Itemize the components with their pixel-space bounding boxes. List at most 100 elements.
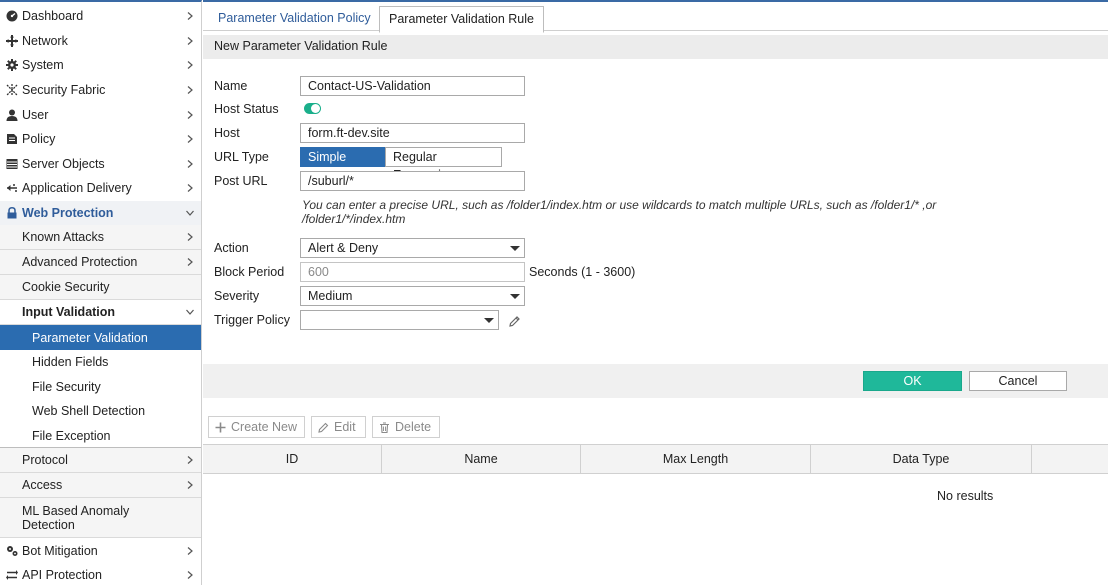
severity-label: Severity <box>214 289 260 303</box>
sidebar-item-dashboard[interactable]: Dashboard <box>0 4 201 29</box>
create-new-button[interactable]: Create New <box>208 416 305 438</box>
section-title: New Parameter Validation Rule <box>203 35 1108 59</box>
sidebar-item-label: Policy <box>22 132 56 147</box>
sidebar-item-policy[interactable]: Policy <box>0 127 201 152</box>
trigger-policy-select[interactable] <box>300 310 499 330</box>
sidebar-item-protocol[interactable]: Protocol <box>0 448 201 474</box>
caret-down-icon <box>484 318 494 323</box>
chevron-right-icon <box>186 36 194 45</box>
ok-button[interactable]: OK <box>863 371 962 391</box>
chevron-right-icon <box>186 258 194 267</box>
sidebar-item-cookie-security[interactable]: Cookie Security <box>0 275 201 301</box>
host-input[interactable]: form.ft-dev.site <box>300 123 525 143</box>
sidebar-item-label: Advanced Protection <box>22 255 138 270</box>
tab-parameter-validation-policy[interactable]: Parameter Validation Policy <box>209 6 380 32</box>
url-type-regular-expression[interactable]: Regular Expression <box>385 147 502 182</box>
chevron-right-icon <box>186 571 194 580</box>
sidebar-item-security-fabric[interactable]: Security Fabric <box>0 78 201 103</box>
block-period-label: Block Period <box>214 265 285 279</box>
chevron-right-icon <box>186 456 194 465</box>
sidebar-item-file-security[interactable]: File Security <box>0 374 201 400</box>
sidebar-item-access[interactable]: Access <box>0 473 201 499</box>
dashboard-icon <box>5 9 19 23</box>
sidebar-item-label: Bot Mitigation <box>22 543 98 558</box>
network-icon <box>5 34 19 48</box>
sidebar-item-label: Security Fabric <box>22 83 106 98</box>
chevron-right-icon <box>186 86 194 95</box>
column-header-data-type[interactable]: Data Type <box>811 445 1032 474</box>
chevron-right-icon <box>186 184 194 193</box>
block-period-suffix: Seconds (1 - 3600) <box>529 265 636 279</box>
table-header: ID Name Max Length Data Type <box>203 444 1108 474</box>
sidebar-item-bot-mitigation[interactable]: Bot Mitigation <box>0 538 201 563</box>
host-status-toggle[interactable] <box>304 103 321 114</box>
severity-select-value: Medium <box>308 289 353 303</box>
name-input[interactable]: Contact-US-Validation <box>300 76 525 96</box>
delete-label: Delete <box>395 420 432 434</box>
sidebar-item-user[interactable]: User <box>0 102 201 127</box>
sidebar-item-label: ML Based Anomaly Detection <box>22 503 130 532</box>
sidebar-item-application-delivery[interactable]: Application Delivery <box>0 176 201 201</box>
tab-bar: Parameter Validation Policy Parameter Va… <box>203 0 1108 33</box>
sidebar-item-label: Server Objects <box>22 156 105 171</box>
sidebar-item-api-protection[interactable]: API Protection <box>0 563 201 585</box>
sidebar-item-network[interactable]: Network <box>0 29 201 54</box>
edit-label: Edit <box>334 420 356 434</box>
sidebar-item-label: Protocol <box>22 453 68 468</box>
sidebar-item-label: Input Validation <box>22 305 116 320</box>
sidebar-item-hidden-fields[interactable]: Hidden Fields <box>0 349 201 375</box>
delete-button[interactable]: Delete <box>372 416 440 438</box>
sidebar-item-server-objects[interactable]: Server Objects <box>0 152 201 177</box>
pencil-icon <box>318 422 329 433</box>
toggle-knob <box>311 104 320 113</box>
sidebar-item-system[interactable]: System <box>0 53 201 78</box>
post-url-label: Post URL <box>214 174 268 188</box>
sidebar-item-file-exception[interactable]: File Exception <box>0 423 201 449</box>
severity-select[interactable]: Medium <box>300 286 525 306</box>
tab-parameter-validation-rule[interactable]: Parameter Validation Rule <box>379 6 544 33</box>
caret-down-icon <box>510 246 520 251</box>
lock-icon <box>5 206 19 220</box>
delivery-icon <box>5 181 19 195</box>
chevron-right-icon <box>186 135 194 144</box>
column-header-id[interactable]: ID <box>203 445 382 474</box>
host-status-label: Host Status <box>214 102 279 116</box>
url-type-simple-string[interactable]: Simple String <box>300 147 385 182</box>
chevron-down-icon <box>186 209 194 217</box>
sidebar-item-advanced-protection[interactable]: Advanced Protection <box>0 250 201 276</box>
sidebar-item-label: System <box>22 58 64 73</box>
chevron-right-icon <box>186 481 194 490</box>
column-header-max-length[interactable]: Max Length <box>581 445 811 474</box>
sidebar-item-label: API Protection <box>22 568 102 583</box>
sidebar-item-label: Dashboard <box>22 9 84 24</box>
pencil-icon[interactable] <box>508 315 521 328</box>
plus-icon <box>215 422 226 432</box>
action-label: Action <box>214 241 249 255</box>
sidebar: Dashboard Network System Security Fabric… <box>0 0 202 585</box>
sidebar-item-parameter-validation[interactable]: Parameter Validation <box>0 325 201 350</box>
edit-button[interactable]: Edit <box>311 416 366 438</box>
sidebar-item-web-protection[interactable]: Web Protection <box>0 200 201 226</box>
create-new-label: Create New <box>231 420 297 434</box>
chevron-right-icon <box>186 159 194 168</box>
sidebar-item-ml-anomaly-detection[interactable]: ML Based Anomaly Detection <box>0 498 201 539</box>
action-select[interactable]: Alert & Deny <box>300 238 525 258</box>
api-icon <box>5 568 19 582</box>
sidebar-item-web-shell-detection[interactable]: Web Shell Detection <box>0 399 201 424</box>
sidebar-item-label: File Security <box>32 379 101 394</box>
trash-icon <box>380 421 389 433</box>
post-url-hint: You can enter a precise URL, such as /fo… <box>302 198 937 226</box>
trigger-policy-label: Trigger Policy <box>214 313 290 327</box>
chevron-right-icon <box>186 61 194 70</box>
chevron-down-icon <box>186 308 194 316</box>
block-period-input[interactable]: 600 <box>300 262 525 282</box>
user-icon <box>5 108 19 122</box>
sidebar-item-input-validation[interactable]: Input Validation <box>0 300 201 326</box>
sidebar-item-known-attacks[interactable]: Known Attacks <box>0 225 201 251</box>
host-label: Host <box>214 126 240 140</box>
column-header-name[interactable]: Name <box>382 445 581 474</box>
empty-table-message: No results <box>937 489 994 503</box>
post-url-input[interactable]: /suburl/* <box>300 171 525 191</box>
sidebar-item-label: Application Delivery <box>22 181 132 196</box>
cancel-button[interactable]: Cancel <box>969 371 1067 391</box>
